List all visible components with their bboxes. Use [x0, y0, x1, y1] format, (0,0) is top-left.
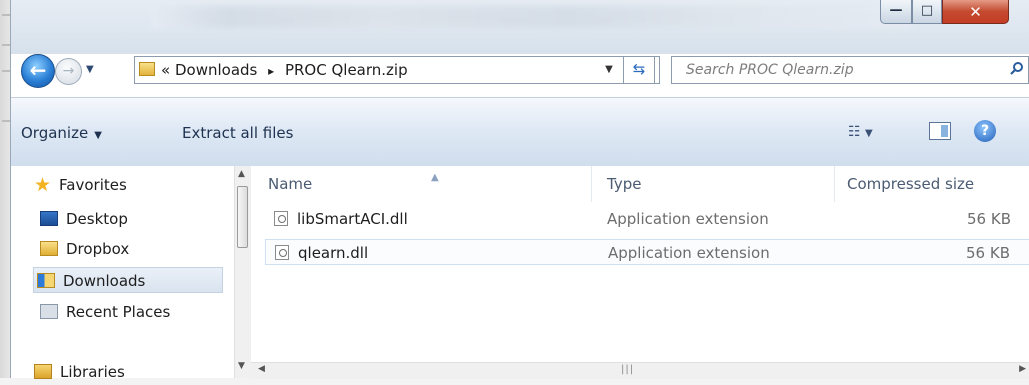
maximize-icon: □	[920, 3, 934, 18]
scroll-grip-icon[interactable]: |||	[621, 364, 634, 375]
details-view-icon: ☷	[848, 124, 861, 140]
sidebar-item-favorites[interactable]: ★ Favorites	[31, 172, 221, 198]
address-bar[interactable]: « Downloads ▸ PROC Qlearn.zip	[134, 56, 660, 84]
sidebar-item-libraries[interactable]: Libraries	[31, 359, 221, 385]
sidebar-item-label: Downloads	[63, 272, 146, 290]
preview-pane-icon	[941, 125, 948, 137]
file-size: 56 KB	[967, 210, 1011, 228]
file-type: Application extension	[608, 244, 770, 262]
libraries-icon	[34, 364, 52, 379]
organize-button[interactable]: Organize ▼	[21, 124, 102, 142]
back-arrow-icon: ←	[29, 58, 47, 82]
organize-label: Organize	[21, 124, 89, 142]
navigation-pane: ★ Favorites Desktop Dropbox Downloads Rec…	[11, 166, 234, 381]
column-header-type[interactable]: Type	[607, 166, 827, 208]
breadcrumb-overflow[interactable]: «	[161, 61, 170, 79]
preview-pane-button[interactable]	[929, 122, 951, 140]
star-icon: ★	[34, 174, 52, 196]
sidebar-item-label: Desktop	[66, 210, 128, 228]
column-name-label: Name	[268, 175, 313, 193]
recent-places-icon	[40, 304, 58, 319]
minimize-button[interactable]: —	[880, 0, 912, 24]
sort-ascending-icon: ▲	[431, 172, 439, 183]
title-bar: — □ ✕	[11, 0, 1029, 54]
refresh-icon: ⇆	[632, 60, 646, 78]
search-box[interactable]: Search PROC Qlearn.zip	[671, 56, 1029, 84]
sidebar-item-dropbox[interactable]: Dropbox	[37, 236, 227, 262]
search-icon[interactable]	[1010, 61, 1024, 75]
change-view-button[interactable]: ☷ ▼	[848, 124, 873, 140]
file-list: Name ▲ Type Compressed size libSmartACI.…	[251, 166, 1029, 362]
table-row[interactable]: qlearn.dll Application extension 56 KB	[265, 239, 1029, 265]
chevron-down-icon: ▼	[865, 128, 873, 139]
file-name: libSmartACI.dll	[297, 210, 408, 228]
explorer-window: — □ ✕ ← → ▼ « Downloads ▸ PROC Qlearn.zi…	[10, 0, 1029, 381]
forward-button[interactable]: →	[55, 58, 82, 85]
scroll-thumb[interactable]	[237, 186, 248, 248]
sidebar-item-downloads[interactable]: Downloads	[33, 267, 223, 293]
chevron-down-icon: ▼	[94, 130, 102, 141]
extract-all-label: Extract all files	[182, 124, 294, 142]
minimize-icon: —	[889, 3, 903, 18]
forward-arrow-icon: →	[62, 63, 75, 79]
help-icon: ?	[980, 123, 990, 139]
file-list-horizontal-scrollbar[interactable]: ◀ ||| ▶	[251, 362, 1029, 379]
dll-file-icon	[274, 211, 288, 226]
sidebar-item-label: Recent Places	[66, 303, 171, 321]
close-icon: ✕	[969, 3, 982, 21]
sidebar-item-desktop[interactable]: Desktop	[37, 206, 227, 232]
breadcrumb-item-downloads[interactable]: Downloads	[175, 61, 257, 79]
scroll-right-icon[interactable]: ▶	[1019, 364, 1026, 374]
refresh-button[interactable]: ⇆	[623, 56, 655, 84]
help-button[interactable]: ?	[974, 120, 996, 142]
breadcrumb-separator[interactable]: ▸	[268, 64, 274, 78]
column-header-name[interactable]: Name ▲	[268, 166, 588, 208]
downloads-folder-icon	[37, 273, 55, 288]
sidebar-item-recent-places[interactable]: Recent Places	[37, 299, 227, 325]
folder-icon	[139, 62, 155, 76]
maximize-button[interactable]: □	[912, 0, 942, 24]
sidebar-item-label: Favorites	[59, 176, 127, 194]
address-dropdown-button[interactable]: ▼	[594, 56, 624, 84]
navigation-pane-scrollbar[interactable]: ▲ ▼	[234, 166, 251, 378]
close-button[interactable]: ✕	[942, 0, 1009, 24]
search-input[interactable]: Search PROC Qlearn.zip	[686, 62, 854, 78]
table-row[interactable]: libSmartACI.dll Application extension 56…	[265, 206, 1029, 232]
scroll-up-icon[interactable]: ▲	[238, 169, 245, 179]
column-size-label: Compressed size	[847, 175, 975, 193]
folder-icon	[40, 241, 58, 256]
file-size: 56 KB	[966, 244, 1010, 262]
sidebar-item-label: Dropbox	[66, 240, 130, 258]
scroll-left-icon[interactable]: ◀	[258, 364, 265, 374]
command-bar: Organize ▼ Extract all files ☷ ▼ ?	[11, 97, 1029, 166]
sidebar-item-label: Libraries	[60, 363, 125, 381]
column-divider[interactable]	[834, 166, 835, 202]
desktop-icon	[40, 211, 58, 226]
extract-all-button[interactable]: Extract all files	[182, 124, 293, 142]
column-header-compressed-size[interactable]: Compressed size	[847, 166, 1027, 208]
file-name: qlearn.dll	[298, 244, 369, 262]
recent-pages-dropdown[interactable]: ▼	[86, 64, 94, 75]
column-divider[interactable]	[591, 166, 592, 202]
file-type: Application extension	[607, 210, 769, 228]
dll-file-icon	[275, 245, 289, 260]
scroll-down-icon[interactable]: ▼	[238, 361, 245, 371]
breadcrumb: « Downloads ▸ PROC Qlearn.zip	[161, 61, 408, 79]
blurred-background-title	[151, 6, 911, 28]
breadcrumb-item-zip[interactable]: PROC Qlearn.zip	[285, 61, 408, 79]
back-button[interactable]: ←	[21, 54, 55, 88]
column-type-label: Type	[607, 175, 642, 193]
